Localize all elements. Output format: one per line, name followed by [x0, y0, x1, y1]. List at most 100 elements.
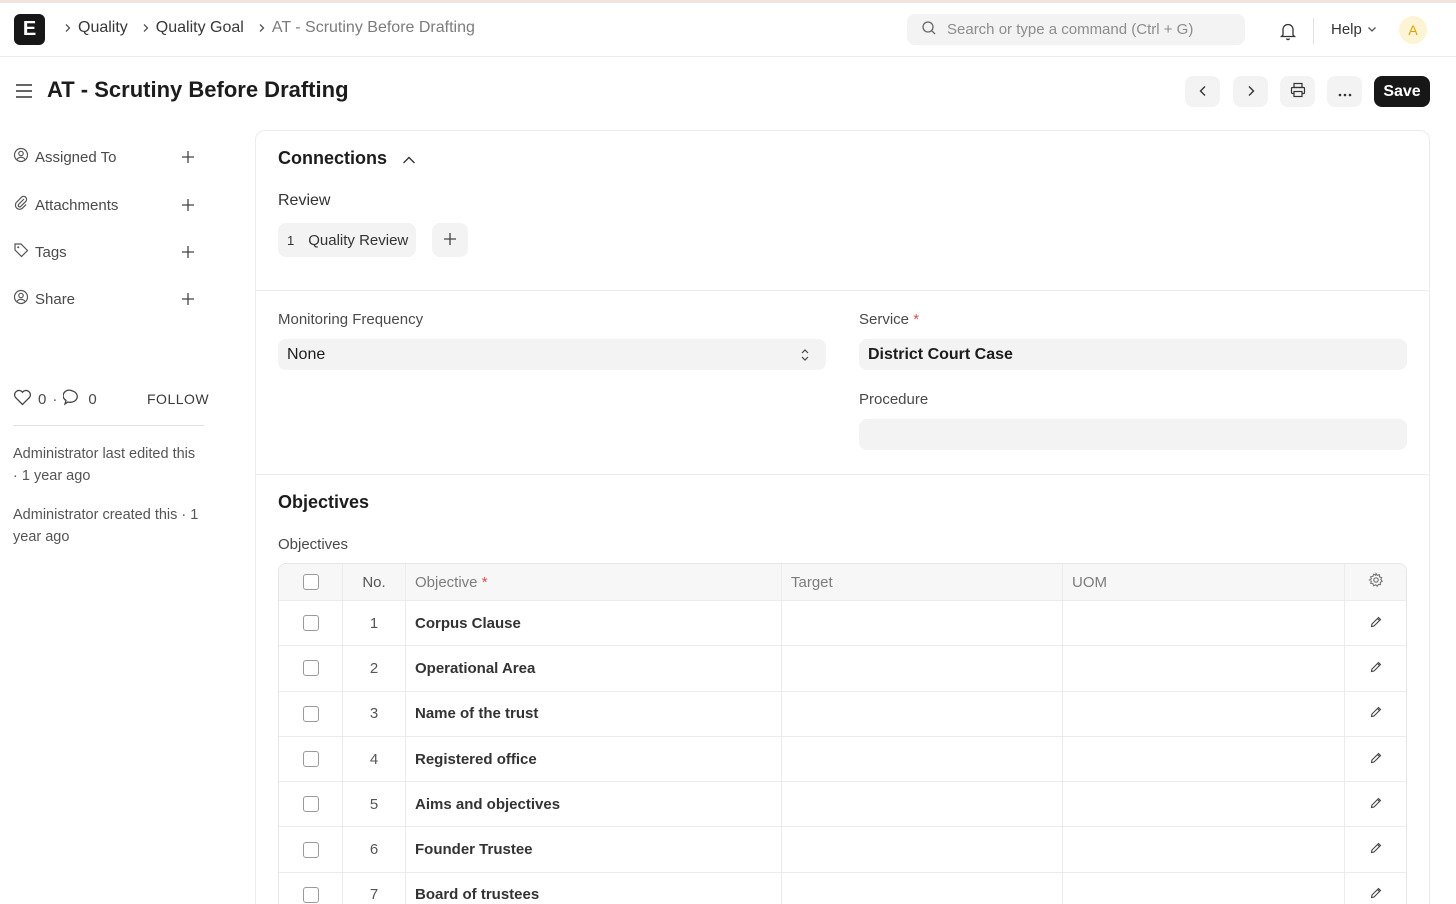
- target-cell[interactable]: [781, 782, 1062, 827]
- add-quality-review-button[interactable]: [432, 223, 468, 257]
- target-cell[interactable]: [781, 601, 1062, 646]
- table-row[interactable]: 5 Aims and objectives: [279, 781, 1406, 827]
- table-row[interactable]: 1 Corpus Clause: [279, 600, 1406, 646]
- row-select-cell: [279, 827, 342, 871]
- uom-cell[interactable]: [1062, 736, 1344, 782]
- uom-cell[interactable]: [1062, 691, 1344, 736]
- row-checkbox[interactable]: [302, 660, 319, 677]
- required-mark: *: [481, 573, 488, 591]
- table-row[interactable]: 2 Operational Area: [279, 645, 1406, 691]
- target-cell[interactable]: [781, 872, 1062, 904]
- sidebar-item-share[interactable]: Share: [13, 287, 203, 311]
- uom-cell[interactable]: [1062, 601, 1344, 646]
- edit-pencil-icon[interactable]: [1369, 841, 1383, 858]
- table-header-row: No. Objective * Target UOM: [279, 564, 1406, 600]
- uom-cell[interactable]: [1062, 646, 1344, 691]
- save-button[interactable]: Save: [1374, 76, 1430, 107]
- chevron-right-icon: [58, 23, 78, 33]
- gear-icon[interactable]: [1368, 572, 1384, 592]
- objective-cell[interactable]: Board of trustees: [405, 872, 781, 904]
- column-header-objective: Objective *: [405, 564, 781, 600]
- edit-pencil-icon[interactable]: [1369, 796, 1383, 813]
- uom-cell[interactable]: [1062, 872, 1344, 904]
- avatar-letter: A: [1408, 22, 1418, 38]
- quality-review-link[interactable]: 1 Quality Review: [278, 223, 417, 257]
- row-checkbox[interactable]: [302, 796, 319, 813]
- next-record-button[interactable]: [1233, 76, 1268, 107]
- chevron-right-icon: [1245, 84, 1257, 100]
- target-cell[interactable]: [781, 736, 1062, 782]
- edit-pencil-icon[interactable]: [1369, 660, 1383, 677]
- row-checkbox[interactable]: [302, 705, 319, 722]
- breadcrumb-quality[interactable]: Quality: [78, 19, 128, 37]
- sidebar-item-assigned-to[interactable]: Assigned To: [13, 145, 203, 169]
- page-title: AT - Scrutiny Before Drafting: [47, 77, 349, 102]
- sidebar-item-label: Assigned To: [35, 148, 117, 166]
- target-cell[interactable]: [781, 646, 1062, 691]
- service-field[interactable]: District Court Case: [859, 339, 1407, 370]
- sidebar-item-attachments[interactable]: Attachments: [13, 193, 203, 217]
- monitoring-frequency-select[interactable]: None: [278, 339, 826, 370]
- add-tag-icon[interactable]: [179, 243, 197, 261]
- objective-cell[interactable]: Registered office: [405, 736, 781, 782]
- search-input[interactable]: [947, 21, 1237, 38]
- table-row[interactable]: 4 Registered office: [279, 735, 1406, 782]
- target-cell[interactable]: [781, 691, 1062, 736]
- objective-cell[interactable]: Founder Trustee: [405, 827, 781, 872]
- objectives-section-title: Objectives: [278, 492, 370, 512]
- print-button[interactable]: [1280, 76, 1315, 107]
- objective-cell[interactable]: Aims and objectives: [405, 782, 781, 827]
- row-checkbox[interactable]: [302, 886, 319, 903]
- procedure-label: Procedure: [859, 391, 929, 408]
- service-label-text: Service: [859, 311, 910, 328]
- table-row[interactable]: 3 Name of the trust: [279, 690, 1406, 736]
- add-share-icon[interactable]: [179, 290, 197, 308]
- edit-pencil-icon[interactable]: [1369, 886, 1383, 903]
- avatar[interactable]: A: [1399, 16, 1427, 44]
- edit-pencil-icon[interactable]: [1369, 751, 1383, 768]
- objective-cell[interactable]: Operational Area: [405, 646, 781, 691]
- previous-record-button[interactable]: [1185, 76, 1220, 107]
- row-checkbox[interactable]: [302, 615, 319, 632]
- more-actions-button[interactable]: [1327, 76, 1362, 107]
- uom-cell[interactable]: [1062, 827, 1344, 872]
- objective-cell[interactable]: Corpus Clause: [405, 601, 781, 646]
- row-edit-cell: [1344, 646, 1406, 691]
- help-dropdown[interactable]: Help: [1331, 21, 1377, 38]
- uom-cell[interactable]: [1062, 782, 1344, 827]
- sidebar-item-label: Tags: [35, 243, 67, 261]
- table-row[interactable]: 6 Founder Trustee: [279, 826, 1406, 872]
- select-all-checkbox[interactable]: [302, 574, 319, 590]
- search-bar[interactable]: [907, 14, 1245, 45]
- edit-pencil-icon[interactable]: [1369, 705, 1383, 722]
- chevron-down-icon: [1367, 21, 1377, 38]
- row-checkbox[interactable]: [302, 841, 319, 858]
- add-attachment-icon[interactable]: [179, 196, 197, 214]
- table-row[interactable]: 7 Board of trustees: [279, 871, 1406, 904]
- objective-cell[interactable]: Name of the trust: [405, 691, 781, 736]
- row-select-cell: [279, 646, 342, 690]
- chevron-up-icon[interactable]: [401, 152, 417, 171]
- comment-icon[interactable]: [62, 389, 82, 410]
- navbar: E Quality Quality Goal AT - Scrutiny Bef…: [0, 3, 1456, 57]
- procedure-field[interactable]: [859, 419, 1407, 450]
- row-number: 6: [342, 827, 405, 872]
- add-assignee-icon[interactable]: [179, 148, 197, 166]
- table-body: 1 Corpus Clause 2 Operational Area 3 Name of …: [279, 600, 1406, 904]
- breadcrumb-current[interactable]: AT - Scrutiny Before Drafting: [272, 19, 475, 37]
- connections-group-label: Review: [278, 192, 331, 209]
- follow-button[interactable]: FOLLOW: [147, 391, 209, 407]
- column-header-target: Target: [781, 564, 1062, 600]
- plus-icon: [442, 231, 458, 250]
- sidebar-item-tags[interactable]: Tags: [13, 240, 203, 264]
- row-number: 4: [342, 736, 405, 782]
- hamburger-menu-icon[interactable]: [15, 83, 33, 99]
- target-cell[interactable]: [781, 827, 1062, 872]
- connections-title[interactable]: Connections: [278, 148, 387, 169]
- bell-icon[interactable]: [1277, 20, 1299, 42]
- heart-icon[interactable]: [13, 389, 32, 410]
- breadcrumb-quality-goal[interactable]: Quality Goal: [156, 19, 244, 37]
- app-logo[interactable]: E: [14, 14, 45, 45]
- edit-pencil-icon[interactable]: [1369, 615, 1383, 632]
- row-checkbox[interactable]: [302, 751, 319, 768]
